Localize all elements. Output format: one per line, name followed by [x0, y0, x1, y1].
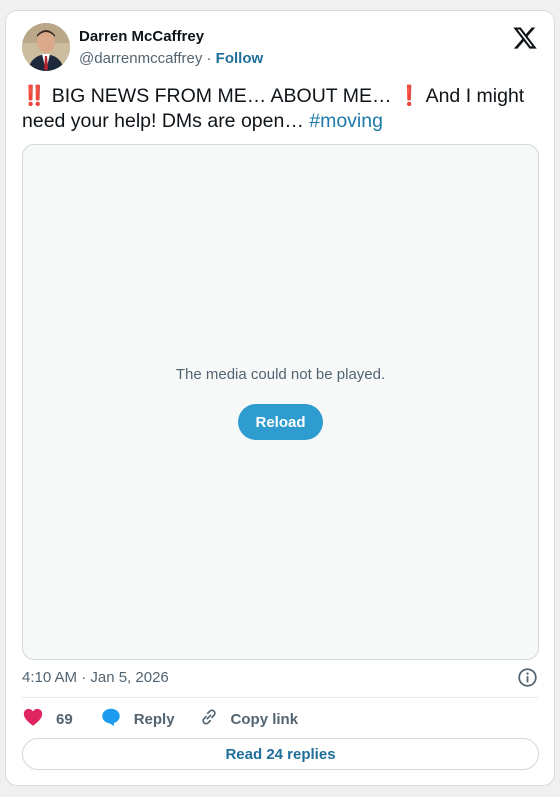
separator: · — [202, 50, 216, 67]
read-replies-button[interactable]: Read 24 replies — [22, 738, 539, 770]
reply-label: Reply — [133, 710, 175, 728]
like-button[interactable]: 69 — [22, 706, 73, 732]
author-name[interactable]: Darren McCaffrey — [79, 28, 204, 45]
media-error-message: The media could not be played. — [175, 366, 386, 383]
link-icon — [199, 707, 219, 731]
divider — [22, 697, 538, 698]
like-count: 69 — [56, 710, 73, 728]
author-handle[interactable]: @darrenmccaffrey — [79, 50, 202, 67]
copy-link-button[interactable]: Copy link — [199, 707, 299, 731]
follow-link[interactable]: Follow — [216, 50, 264, 67]
reply-bubble-icon — [100, 706, 122, 732]
double-exclamation-icon: ‼️ — [22, 85, 47, 107]
action-bar: 69 Reply Copy link — [22, 708, 298, 730]
media-container: The media could not be played. Reload — [22, 144, 539, 660]
handle-row: @darrenmccaffrey · Follow — [79, 50, 263, 67]
info-icon[interactable] — [517, 667, 538, 688]
hashtag-link[interactable]: #moving — [309, 110, 383, 132]
tweet-text-part1: BIG NEWS FROM ME… ABOUT ME… — [46, 85, 397, 107]
reload-button[interactable]: Reload — [238, 404, 323, 440]
copy-link-label: Copy link — [230, 710, 299, 728]
avatar[interactable] — [22, 23, 70, 71]
reply-button[interactable]: Reply — [100, 706, 175, 732]
tweet-text: ‼️ BIG NEWS FROM ME… ABOUT ME… ❗ And I m… — [22, 84, 542, 134]
exclamation-icon: ❗ — [396, 85, 422, 107]
x-logo-icon[interactable] — [512, 25, 538, 51]
tweet-card: Darren McCaffrey @darrenmccaffrey · Foll… — [5, 10, 555, 786]
tweet-header: Darren McCaffrey @darrenmccaffrey · Foll… — [22, 23, 538, 73]
tweet-timestamp[interactable]: 4:10 AM · Jan 5, 2026 — [22, 669, 169, 686]
heart-icon — [22, 706, 44, 732]
